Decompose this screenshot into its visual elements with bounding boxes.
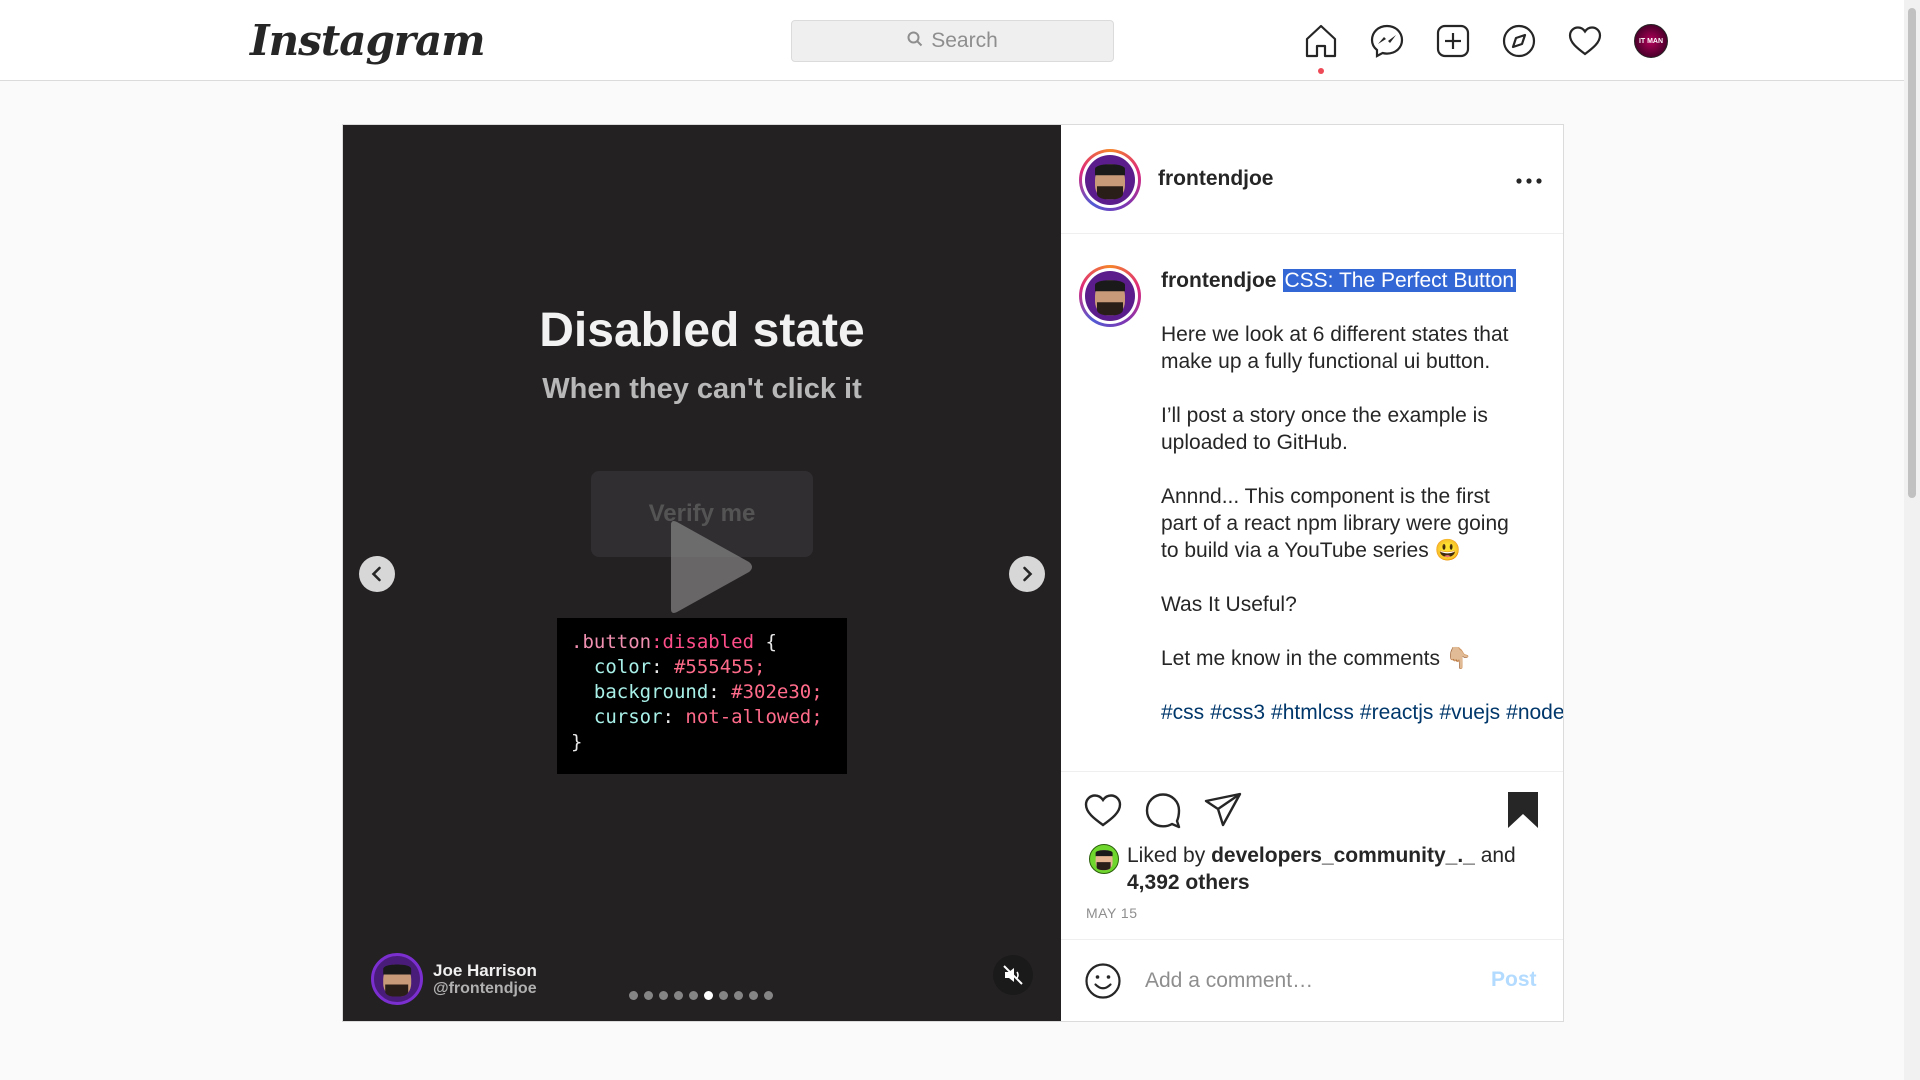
header-avatar[interactable]	[1079, 149, 1141, 211]
slide-dot	[719, 991, 728, 1000]
slide-dot	[629, 991, 638, 1000]
muted-speaker-icon	[1003, 965, 1023, 985]
top-nav: Instagram Search IT MAN	[0, 0, 1904, 81]
caption-paragraph: Was It Useful?	[1161, 593, 1297, 616]
hashtag-link[interactable]: #css3	[1210, 701, 1265, 724]
explore-icon[interactable]	[1486, 20, 1552, 62]
post-sidebar: frontendjoe frontendjoe CSS: The Perfect …	[1061, 125, 1563, 1021]
author-avatar	[371, 953, 423, 1005]
comment-input[interactable]	[1145, 966, 1465, 996]
author-handle: @frontendjoe	[433, 979, 537, 997]
notification-dot	[1318, 68, 1324, 74]
code-pseudo: :disabled	[651, 631, 755, 653]
next-slide-button[interactable]	[1009, 556, 1045, 592]
post-date[interactable]: MAY 15	[1086, 905, 1138, 921]
scrollbar-thumb[interactable]	[1908, 8, 1916, 498]
slide-dot	[734, 991, 743, 1000]
slide-dot	[644, 991, 653, 1000]
comment-bar: Post	[1061, 939, 1563, 1021]
search-box[interactable]: Search	[791, 20, 1114, 62]
code-value: #555455;	[673, 656, 766, 678]
chevron-left-icon	[371, 566, 381, 582]
save-bookmark-icon[interactable]	[1503, 790, 1543, 830]
slide-title: Disabled state	[539, 304, 865, 357]
post-header: frontendjoe	[1061, 125, 1563, 234]
instagram-logo[interactable]: Instagram	[250, 16, 486, 65]
chevron-right-icon	[1023, 566, 1033, 582]
caption-username[interactable]: frontendjoe	[1161, 269, 1277, 292]
first-liker-link[interactable]: developers_community_._	[1211, 844, 1475, 867]
likes-prefix: Liked by	[1127, 844, 1206, 867]
code-value: not-allowed;	[685, 706, 823, 728]
caption-paragraph: Here we look at 6 different states that …	[1161, 323, 1509, 373]
profile-avatar: IT MAN	[1634, 24, 1668, 58]
post-comment-button[interactable]: Post	[1491, 968, 1537, 992]
slide-dot	[689, 991, 698, 1000]
slide-indicator	[629, 991, 773, 1000]
like-heart-icon[interactable]	[1083, 790, 1123, 830]
code-close: }	[571, 731, 583, 753]
hashtag-link[interactable]: #htmlcss	[1271, 701, 1354, 724]
author-name: Joe Harrison	[433, 960, 537, 980]
home-icon[interactable]	[1288, 20, 1354, 74]
page-scrollbar[interactable]	[1904, 0, 1920, 1080]
slide-dot	[704, 991, 713, 1000]
slide-dot	[749, 991, 758, 1000]
hashtag-link[interactable]: #vuejs	[1439, 701, 1500, 724]
previous-slide-button[interactable]	[359, 556, 395, 592]
likes-count-link[interactable]: 4,392 others	[1127, 871, 1250, 894]
slide-dot	[764, 991, 773, 1000]
code-open: {	[754, 631, 777, 653]
likes-summary: Liked by developers_community_._ and 4,3…	[1089, 842, 1549, 896]
header-username[interactable]: frontendjoe	[1158, 167, 1274, 191]
search-icon	[907, 29, 923, 53]
activity-heart-icon[interactable]	[1552, 20, 1618, 62]
caption-text: frontendjoe CSS: The Perfect Button Here …	[1161, 267, 1563, 753]
hashtag-link[interactable]: #css	[1161, 701, 1204, 724]
mute-button[interactable]	[993, 955, 1033, 995]
play-icon[interactable]	[661, 517, 755, 617]
profile-nav[interactable]: IT MAN	[1618, 20, 1684, 62]
likes-and: and	[1480, 844, 1516, 867]
code-prop: background	[593, 681, 709, 703]
search-placeholder: Search	[931, 29, 998, 52]
hashtag-link[interactable]: #reactjs	[1360, 701, 1434, 724]
slide-subtitle: When they can't click it	[542, 373, 862, 405]
code-prop: color	[593, 656, 652, 678]
caption-paragraph: Let me know in the comments 👇🏼	[1161, 647, 1472, 670]
more-options-icon[interactable]	[1514, 177, 1544, 185]
emoji-icon[interactable]	[1084, 962, 1122, 1000]
messenger-icon[interactable]	[1354, 20, 1420, 62]
comment-icon[interactable]	[1143, 790, 1183, 830]
caption-paragraph: I’ll post a story once the example is up…	[1161, 404, 1488, 454]
hashtags: #css#css3#htmlcss#reactjs#vuejs#nodejs#j…	[1161, 699, 1563, 726]
post-modal: Disabled state When they can't click it …	[342, 124, 1564, 1022]
code-value: #302e30;	[731, 681, 823, 703]
code-selector: .button	[571, 631, 652, 653]
slide-dot	[674, 991, 683, 1000]
caption-paragraph: Annnd... This component is the first par…	[1161, 485, 1509, 562]
hashtag-link[interactable]: #nodejs	[1506, 701, 1563, 724]
code-snippet: .button:disabled { color: #555455; backg…	[557, 618, 847, 774]
post-media[interactable]: Disabled state When they can't click it …	[343, 125, 1061, 1021]
caption-title: CSS: The Perfect Button	[1282, 269, 1517, 292]
slide-dot	[659, 991, 668, 1000]
share-icon[interactable]	[1203, 790, 1243, 830]
code-prop: cursor	[593, 706, 663, 728]
liker-avatar[interactable]	[1089, 844, 1119, 874]
caption-avatar[interactable]	[1079, 265, 1141, 327]
new-post-icon[interactable]	[1420, 20, 1486, 62]
author-badge: Joe Harrison @frontendjoe	[371, 953, 537, 1005]
